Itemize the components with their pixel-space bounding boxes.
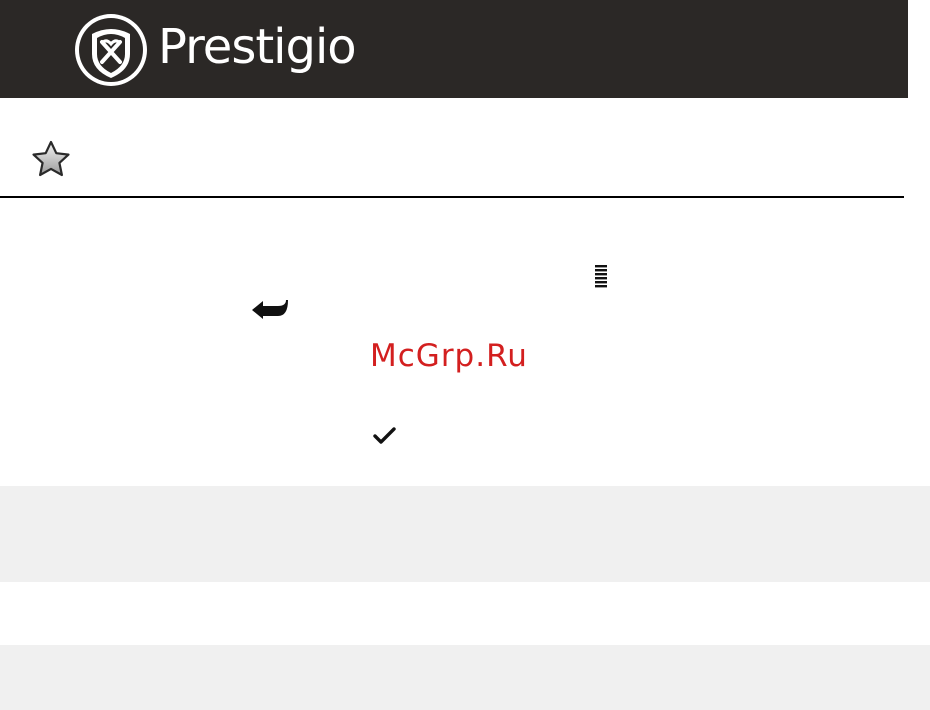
- back-arrow-icon: [250, 297, 290, 321]
- shaded-band: [0, 645, 930, 710]
- watermark-text: McGrp.Ru: [370, 338, 528, 374]
- prestigio-shield-emblem-icon: [72, 12, 150, 88]
- header-banner: Prestigio: [0, 0, 908, 98]
- brand-wordmark: Prestigio: [158, 19, 357, 75]
- menu-icon: [593, 264, 609, 288]
- checkmark-icon: [372, 425, 398, 447]
- section-divider: [0, 196, 904, 198]
- star-icon: [30, 139, 72, 181]
- shaded-band: [0, 486, 930, 582]
